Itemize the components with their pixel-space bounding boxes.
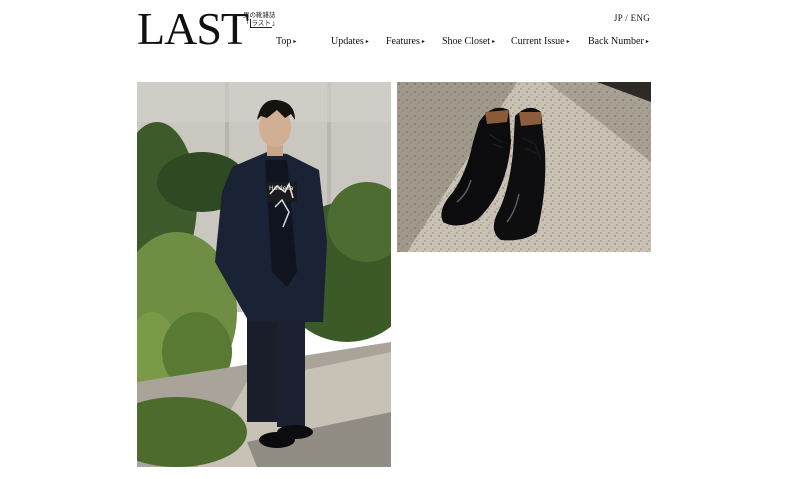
nav-label: Back Number (588, 36, 644, 47)
person-photo-image: Haldeka (137, 82, 391, 467)
main-nav: Top ▸ Updates ▸ Features ▸ Shoe Closet ▸ Cur… (0, 36, 800, 50)
logo-subtitle-bottom: ラスト (249, 19, 272, 28)
nav-item-back-number[interactable]: Back Number ▸ (588, 36, 649, 47)
language-switch[interactable]: JP / ENG (614, 13, 650, 23)
person-photo[interactable]: Haldeka (137, 82, 391, 467)
nav-item-top[interactable]: Top ▸ (276, 36, 296, 47)
chevron-right-icon: ▸ (566, 39, 570, 45)
nav-label: Current Issue (511, 36, 565, 47)
nav-label: Top (276, 36, 292, 47)
chevron-right-icon: ▸ (293, 39, 297, 45)
shoes-photo-image (397, 82, 651, 252)
nav-item-features[interactable]: Features ▸ (386, 36, 425, 47)
chevron-right-icon: ▸ (645, 39, 649, 45)
shoes-photo[interactable] (397, 82, 651, 252)
chevron-right-icon: ▸ (492, 39, 496, 45)
nav-label: Updates (331, 36, 364, 47)
nav-item-updates[interactable]: Updates ▸ (331, 36, 369, 47)
chevron-right-icon: ▸ (365, 39, 369, 45)
nav-label: Features (386, 36, 420, 47)
site-header: LAST 男の靴雑誌 「ラスト」 JP / ENG Top ▸ Updates ▸ … (0, 0, 800, 70)
shirt-print-text: Haldeka (269, 185, 294, 192)
logo-subtitle: 男の靴雑誌 「ラスト」 (243, 11, 279, 28)
nav-item-current-issue[interactable]: Current Issue ▸ (511, 36, 570, 47)
nav-item-shoe-closet[interactable]: Shoe Closet ▸ (442, 36, 495, 47)
chevron-right-icon: ▸ (421, 39, 425, 45)
logo-subtitle-top: 男の靴雑誌 (243, 11, 276, 19)
nav-label: Shoe Closet (442, 36, 491, 47)
